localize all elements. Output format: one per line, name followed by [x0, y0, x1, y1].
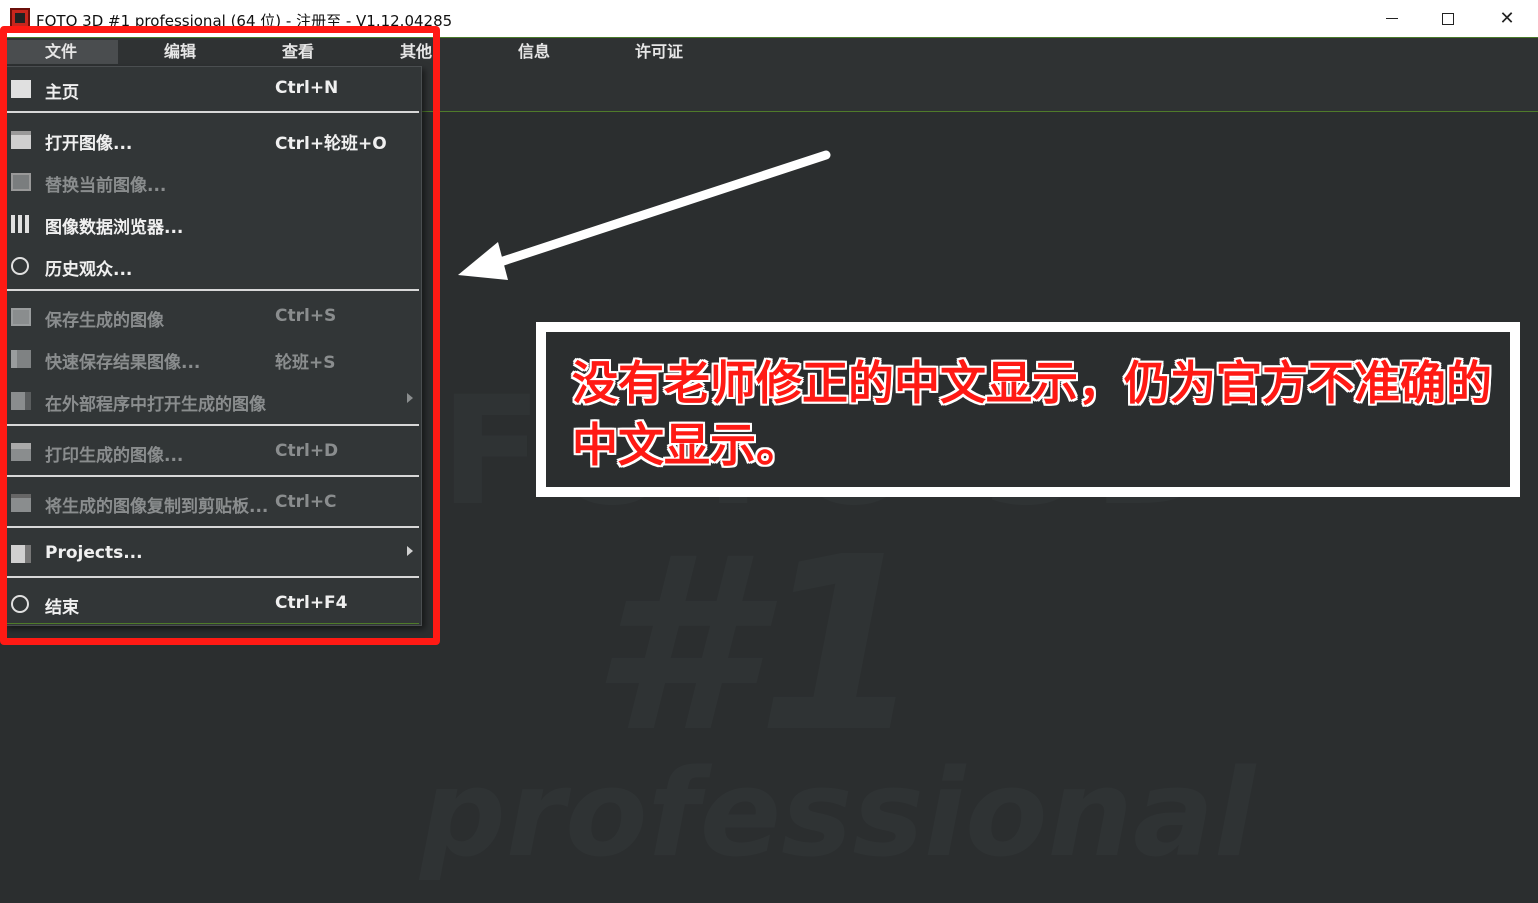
minimize-button[interactable]	[1370, 6, 1414, 32]
annotation-note-box: 没有老师修正的中文显示，仍为官方不准确的中文显示。	[536, 322, 1520, 497]
close-icon: ✕	[1499, 8, 1515, 29]
annotation-arrow-icon	[458, 150, 831, 280]
minimize-icon	[1386, 18, 1398, 19]
maximize-button[interactable]	[1426, 6, 1470, 32]
maximize-icon	[1442, 13, 1454, 25]
menu-info[interactable]: 信息	[494, 40, 574, 64]
background-logo-number: #1	[590, 505, 924, 785]
annotation-note-text: 没有老师修正的中文显示，仍为官方不准确的中文显示。	[572, 356, 1492, 472]
annotation-highlight-frame	[0, 26, 440, 645]
annotation-note-inner: 没有老师修正的中文显示，仍为官方不准确的中文显示。	[546, 332, 1510, 487]
close-button[interactable]: ✕	[1485, 6, 1529, 32]
app-icon[interactable]	[10, 8, 30, 28]
background-logo-edition: professional	[420, 745, 1256, 884]
menu-license[interactable]: 许可证	[612, 40, 706, 64]
